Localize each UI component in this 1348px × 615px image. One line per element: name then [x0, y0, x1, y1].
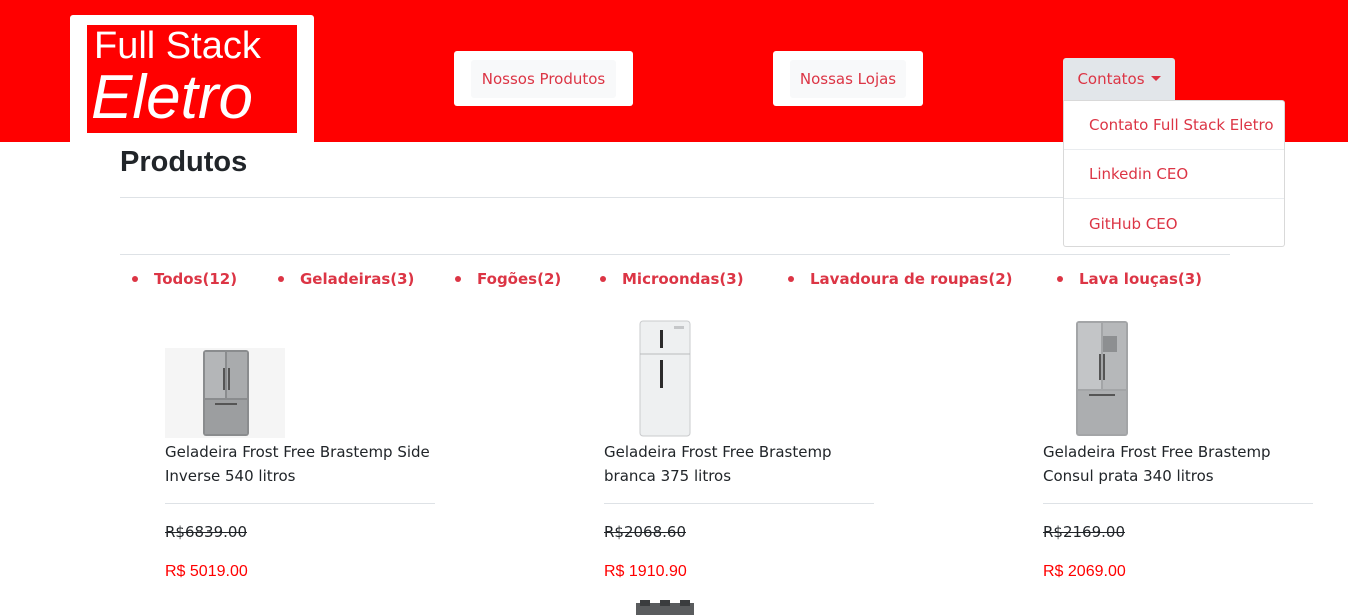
product-divider — [165, 503, 435, 504]
contatos-dropdown-toggle[interactable]: Contatos — [1063, 58, 1175, 100]
fridge-white-image[interactable] — [604, 318, 724, 438]
category-lava-loucas[interactable]: Lava louças(3) — [1057, 268, 1202, 290]
nav-card-produtos: Nossos Produtos — [454, 51, 633, 106]
bullet-icon — [1057, 276, 1063, 282]
dropdown-item-github[interactable]: GitHub CEO — [1064, 199, 1284, 248]
product-price: R$ 1910.90 — [604, 563, 687, 580]
bullet-icon — [455, 276, 461, 282]
nav-card-lojas: Nossas Lojas — [773, 51, 923, 106]
logo-text-line2: Eletro — [91, 63, 253, 132]
divider-bottom — [120, 254, 1230, 255]
product-name: Geladeira Frost Free Brastemp Side Inver… — [165, 443, 430, 485]
category-label: Geladeiras(3) — [300, 270, 415, 288]
product-old-price: R$2068.60 — [604, 523, 686, 541]
category-geladeiras[interactable]: Geladeiras(3) — [278, 268, 414, 290]
dropdown-item-linkedin[interactable]: Linkedin CEO — [1064, 150, 1284, 199]
bullet-icon — [600, 276, 606, 282]
category-label: Lava louças(3) — [1079, 270, 1203, 288]
category-label: Fogões(2) — [477, 270, 562, 288]
fridge-silver-image[interactable] — [1043, 318, 1163, 438]
dropdown-item-contato[interactable]: Contato Full Stack Eletro — [1064, 101, 1284, 150]
logo-text-line1: Full Stack — [94, 25, 261, 67]
category-todos[interactable]: Todos(12) — [132, 268, 237, 290]
logo-container[interactable]: Full Stack Eletro — [70, 15, 314, 147]
category-label: Microondas(3) — [622, 270, 744, 288]
bullet-icon — [278, 276, 284, 282]
product-divider — [604, 503, 874, 504]
bullet-icon — [132, 276, 138, 282]
page-title: Produtos — [120, 146, 248, 178]
category-microondas[interactable]: Microondas(3) — [600, 268, 744, 290]
product-divider — [1043, 503, 1313, 504]
product-old-price: R$2169.00 — [1043, 523, 1125, 541]
product-price: R$ 5019.00 — [165, 563, 248, 580]
nav-link-produtos[interactable]: Nossos Produtos — [471, 60, 616, 98]
category-label: Lavadoura de roupas(2) — [810, 270, 1013, 288]
caret-down-icon — [1150, 75, 1161, 81]
product-old-price: R$6839.00 — [165, 523, 247, 541]
fridge-side-inverse-image[interactable] — [165, 318, 285, 438]
category-fogoes[interactable]: Fogões(2) — [455, 268, 561, 290]
next-product-image-partial — [636, 600, 694, 615]
bullet-icon — [788, 276, 794, 282]
product-name: Geladeira Frost Free Brastemp Consul pra… — [1043, 443, 1271, 485]
contatos-dropdown-menu: Contato Full Stack Eletro Linkedin CEO G… — [1063, 100, 1285, 247]
product-price: R$ 2069.00 — [1043, 563, 1126, 580]
contatos-label: Contatos — [1077, 70, 1145, 88]
nav-link-lojas[interactable]: Nossas Lojas — [790, 60, 906, 98]
category-lavadoura[interactable]: Lavadoura de roupas(2) — [788, 268, 1013, 290]
logo[interactable]: Full Stack Eletro — [87, 25, 297, 133]
category-label: Todos(12) — [154, 270, 238, 288]
product-name: Geladeira Frost Free Brastemp branca 375… — [604, 443, 832, 485]
